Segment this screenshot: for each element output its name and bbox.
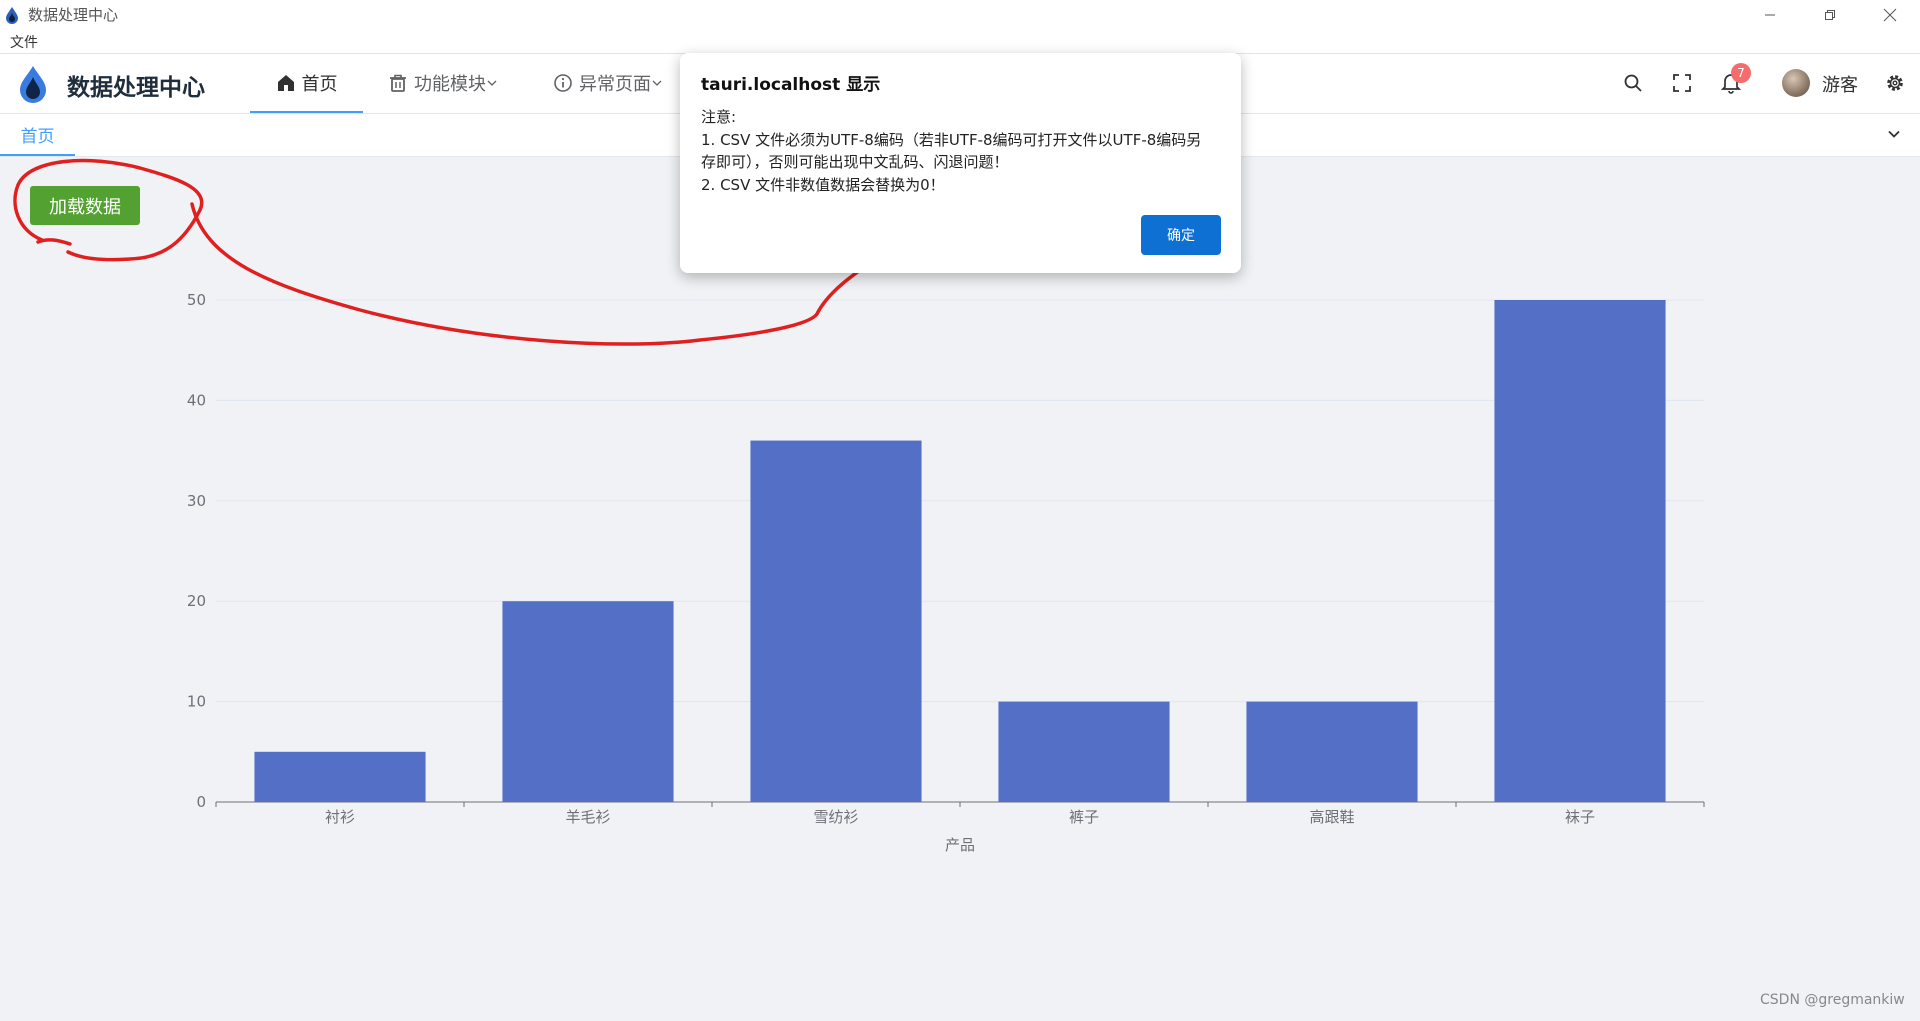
dialog-title: tauri.localhost 显示 [701, 75, 881, 95]
alert-dialog: tauri.localhost 显示 注意: 1. CSV 文件必须为UTF-8… [680, 53, 1241, 273]
y-tick-label: 0 [196, 793, 206, 811]
bar [1494, 300, 1666, 802]
dialog-message-line: 注意: [701, 108, 737, 126]
y-tick-label: 20 [187, 592, 206, 610]
dialog-ok-button[interactable]: 确定 [1141, 215, 1221, 255]
y-tick-label: 50 [187, 291, 206, 309]
load-data-button[interactable]: 加载数据 [30, 186, 140, 225]
dialog-message: 注意: 1. CSV 文件必须为UTF-8编码（若非UTF-8编码可打开文件以U… [701, 106, 1221, 196]
x-tick-label: 雪纺衫 [813, 808, 858, 826]
dialog-message-line: 2. CSV 文件非数值数据会替换为0！ [701, 175, 945, 194]
bar [750, 440, 922, 802]
bar [254, 751, 426, 802]
x-axis-label: 产品 [945, 836, 975, 854]
bar [502, 601, 674, 802]
watermark: CSDN @gregmankiw [1760, 992, 1905, 1008]
x-tick-label: 袜子 [1565, 808, 1595, 826]
x-tick-label: 高跟鞋 [1309, 808, 1354, 826]
y-tick-label: 40 [187, 391, 206, 409]
x-tick-label: 裤子 [1069, 808, 1099, 826]
bar [998, 701, 1170, 802]
dialog-message-line: 1. CSV 文件必须为UTF-8编码（若非UTF-8编码可打开文件以UTF-8… [701, 130, 1202, 149]
y-tick-label: 30 [187, 492, 206, 510]
bar [1246, 701, 1418, 802]
y-tick-label: 10 [187, 693, 206, 711]
x-tick-label: 羊毛衫 [565, 808, 610, 826]
x-tick-label: 衬衫 [325, 808, 355, 826]
dialog-message-line: 存即可），否则可能出现中文乱码、闪退问题！ [701, 153, 1009, 171]
